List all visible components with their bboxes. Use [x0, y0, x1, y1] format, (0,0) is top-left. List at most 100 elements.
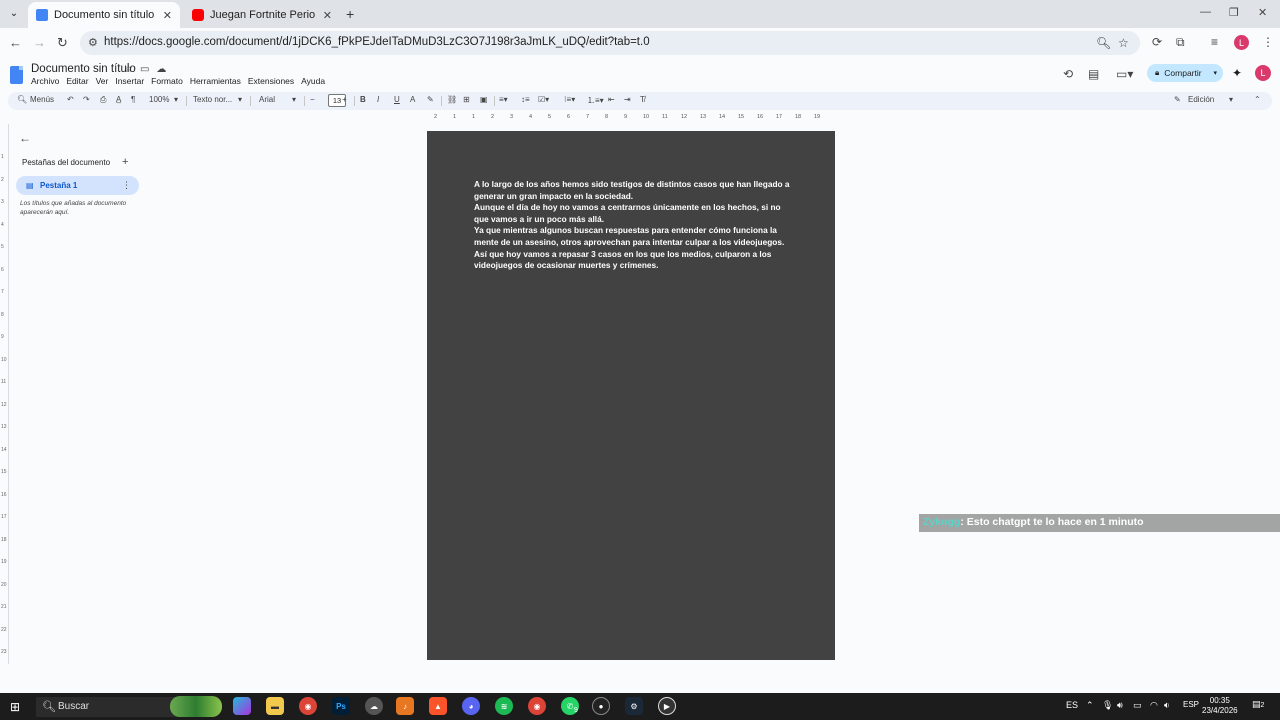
browser-tab-youtube[interactable]: Juegan Fortnite Periodistas de ✕	[184, 2, 340, 28]
style-select[interactable]: Texto nor...	[193, 95, 232, 104]
volume-icon[interactable]: 🔊︎	[1117, 700, 1123, 711]
docs-logo-icon[interactable]	[10, 66, 23, 84]
clock[interactable]: 00:35 23/4/2026	[1202, 696, 1238, 716]
forward-icon[interactable]: →	[33, 35, 46, 50]
reload-icon[interactable]: ↻	[57, 35, 68, 51]
reading-list-icon[interactable]: ≡	[1211, 35, 1218, 49]
increase-indent-icon[interactable]: ⇥	[624, 95, 631, 104]
paragraph[interactable]: Aunque el día de hoy no vamos a centrarn…	[474, 202, 794, 225]
more-options-icon[interactable]: ⋮	[122, 180, 131, 191]
chevron-down-icon[interactable]: ▾	[292, 95, 296, 104]
menu-herramientas[interactable]: Herramientas	[190, 76, 241, 86]
app-icon[interactable]: ☁	[365, 697, 383, 715]
browser-tab-docs[interactable]: Documento sin título - Docume ✕	[28, 2, 180, 28]
wifi-icon[interactable]: ◠	[1150, 700, 1158, 711]
insert-link-icon[interactable]: ⛓	[447, 95, 457, 104]
decrease-indent-icon[interactable]: ⇤	[608, 95, 615, 104]
extensions-puzzle-icon[interactable]: ⧉	[1176, 35, 1185, 50]
paragraph[interactable]: Así que hoy vamos a repasar 3 casos en l…	[474, 249, 794, 272]
menu-extensiones[interactable]: Extensiones	[248, 76, 294, 86]
media-player-icon[interactable]: ▶	[656, 694, 680, 720]
brave-icon[interactable]: ▲	[429, 697, 447, 715]
bulleted-list-icon[interactable]: ⁝≡▾	[564, 95, 575, 104]
add-tab-icon[interactable]: +	[122, 156, 128, 168]
search-menus-icon[interactable]: 🔍︎	[17, 95, 27, 104]
menu-archivo[interactable]: Archivo	[31, 76, 59, 86]
align-icon[interactable]: ≡▾	[499, 95, 508, 104]
browser-menu-icon[interactable]: ⋮	[1262, 35, 1274, 49]
redo-icon[interactable]: ↷	[83, 95, 90, 104]
show-hidden-icons[interactable]: ⌃	[1086, 700, 1094, 711]
notifications-icon[interactable]: ▤2	[1252, 699, 1266, 713]
display-icon[interactable]: ▭	[1133, 700, 1142, 711]
vertical-ruler[interactable]: 1 2 3 4 5 6 7 8 9 10 11 12 13 14 15 16 17 18 19 20 21 22 23	[0, 124, 8, 664]
chrome-icon[interactable]: ◉	[299, 697, 317, 715]
photoshop-icon[interactable]: Ps	[332, 697, 350, 715]
close-tab-icon[interactable]: ✕	[163, 9, 172, 22]
search-menus-label[interactable]: Menús	[30, 95, 54, 104]
font-select[interactable]: Arial	[259, 95, 275, 104]
copilot-icon[interactable]	[233, 697, 251, 715]
language-indicator[interactable]: ES	[1066, 700, 1078, 710]
paragraph[interactable]: A lo largo de los años hemos sido testig…	[474, 179, 794, 202]
document-tab-item[interactable]: ▤ Pestaña 1 ⋮	[16, 176, 139, 195]
text-color-icon[interactable]: A	[410, 95, 415, 104]
minimize-icon[interactable]: —	[1200, 6, 1211, 18]
document-page[interactable]: A lo largo de los años hemos sido testig…	[427, 131, 835, 660]
document-title[interactable]: Documento sin título	[31, 63, 136, 75]
chevron-down-icon[interactable]: ▾	[238, 95, 242, 104]
menu-editar[interactable]: Editar	[66, 76, 88, 86]
close-tabs-panel-icon[interactable]: ←	[19, 131, 31, 145]
undo-icon[interactable]: ↶	[67, 95, 74, 104]
decrease-font-size-icon[interactable]: −	[310, 95, 315, 104]
tab-search-icon[interactable]: ⌄	[6, 5, 22, 21]
menu-ver[interactable]: Ver	[96, 76, 109, 86]
numbered-list-icon[interactable]: ⒈≡▾	[587, 95, 604, 106]
new-tab-button[interactable]: +	[346, 6, 354, 22]
paragraph[interactable]: Ya que mientras algunos buscan respuesta…	[474, 225, 794, 248]
docs-profile-avatar[interactable]: L	[1255, 65, 1271, 81]
insert-image-icon[interactable]: ▣	[480, 95, 488, 104]
highlight-icon[interactable]: ✎	[427, 95, 434, 104]
spotify-icon[interactable]: ≋	[495, 697, 513, 715]
menu-formato[interactable]: Formato	[151, 76, 183, 86]
close-tab-icon[interactable]: ✕	[323, 9, 332, 22]
chevron-down-icon[interactable]: ▾	[174, 95, 178, 104]
version-history-icon[interactable]: ⟲	[1063, 67, 1073, 81]
fl-studio-icon[interactable]: ♪	[396, 697, 414, 715]
windows-start-icon[interactable]: ⊞	[10, 700, 20, 714]
obs-icon[interactable]: ●	[592, 697, 610, 715]
gemini-icon[interactable]: ✦	[1232, 66, 1242, 80]
extension-icon[interactable]: ⟳	[1152, 35, 1162, 49]
meet-icon[interactable]: ▭▾	[1116, 67, 1133, 81]
print-icon[interactable]: ⎙	[100, 95, 106, 105]
microphone-icon[interactable]: 🎙︎	[1102, 700, 1113, 711]
bold-icon[interactable]: B	[360, 95, 366, 104]
menu-ayuda[interactable]: Ayuda	[301, 76, 325, 86]
increase-font-size-icon[interactable]: +	[342, 95, 347, 104]
speaker-icon[interactable]: 🔉︎	[1164, 700, 1170, 711]
zoom-select[interactable]: 100%	[149, 95, 169, 104]
back-icon[interactable]: ←	[9, 35, 22, 50]
url-text[interactable]: https://docs.google.com/document/d/1jDCK…	[104, 36, 650, 48]
menu-insertar[interactable]: Insertar	[115, 76, 144, 86]
editing-mode-select[interactable]: Edición	[1188, 95, 1214, 104]
cloud-status-icon[interactable]: ☁	[156, 64, 166, 75]
paint-format-icon[interactable]: ¶	[131, 95, 135, 104]
editing-mode-icon[interactable]: ✎	[1174, 95, 1181, 104]
steam-icon[interactable]: ⚙	[625, 697, 643, 715]
zoom-icon[interactable]: 🔍︎	[1096, 36, 1111, 50]
keyboard-layout[interactable]: ESP	[1183, 700, 1199, 709]
italic-icon[interactable]: I	[377, 95, 379, 104]
line-spacing-icon[interactable]: ↕≡	[521, 95, 530, 104]
clear-formatting-icon[interactable]: T̸	[640, 95, 645, 104]
comments-icon[interactable]: ▤	[1088, 67, 1099, 81]
move-folder-icon[interactable]: ▭	[140, 64, 149, 75]
add-comment-icon[interactable]: ⊞	[463, 95, 470, 104]
spellcheck-icon[interactable]: A̲	[116, 95, 121, 104]
document-body[interactable]: A lo largo de los años hemos sido testig…	[474, 179, 794, 272]
search-highlight-image[interactable]	[170, 696, 222, 717]
horizontal-ruler[interactable]: 2 1 1 2 3 4 5 6 7 8 9 10 11 12 13 14 15 16 17 18 19	[426, 113, 836, 123]
star-icon[interactable]: ☆	[124, 64, 133, 75]
file-explorer-icon[interactable]: ▬	[266, 697, 284, 715]
